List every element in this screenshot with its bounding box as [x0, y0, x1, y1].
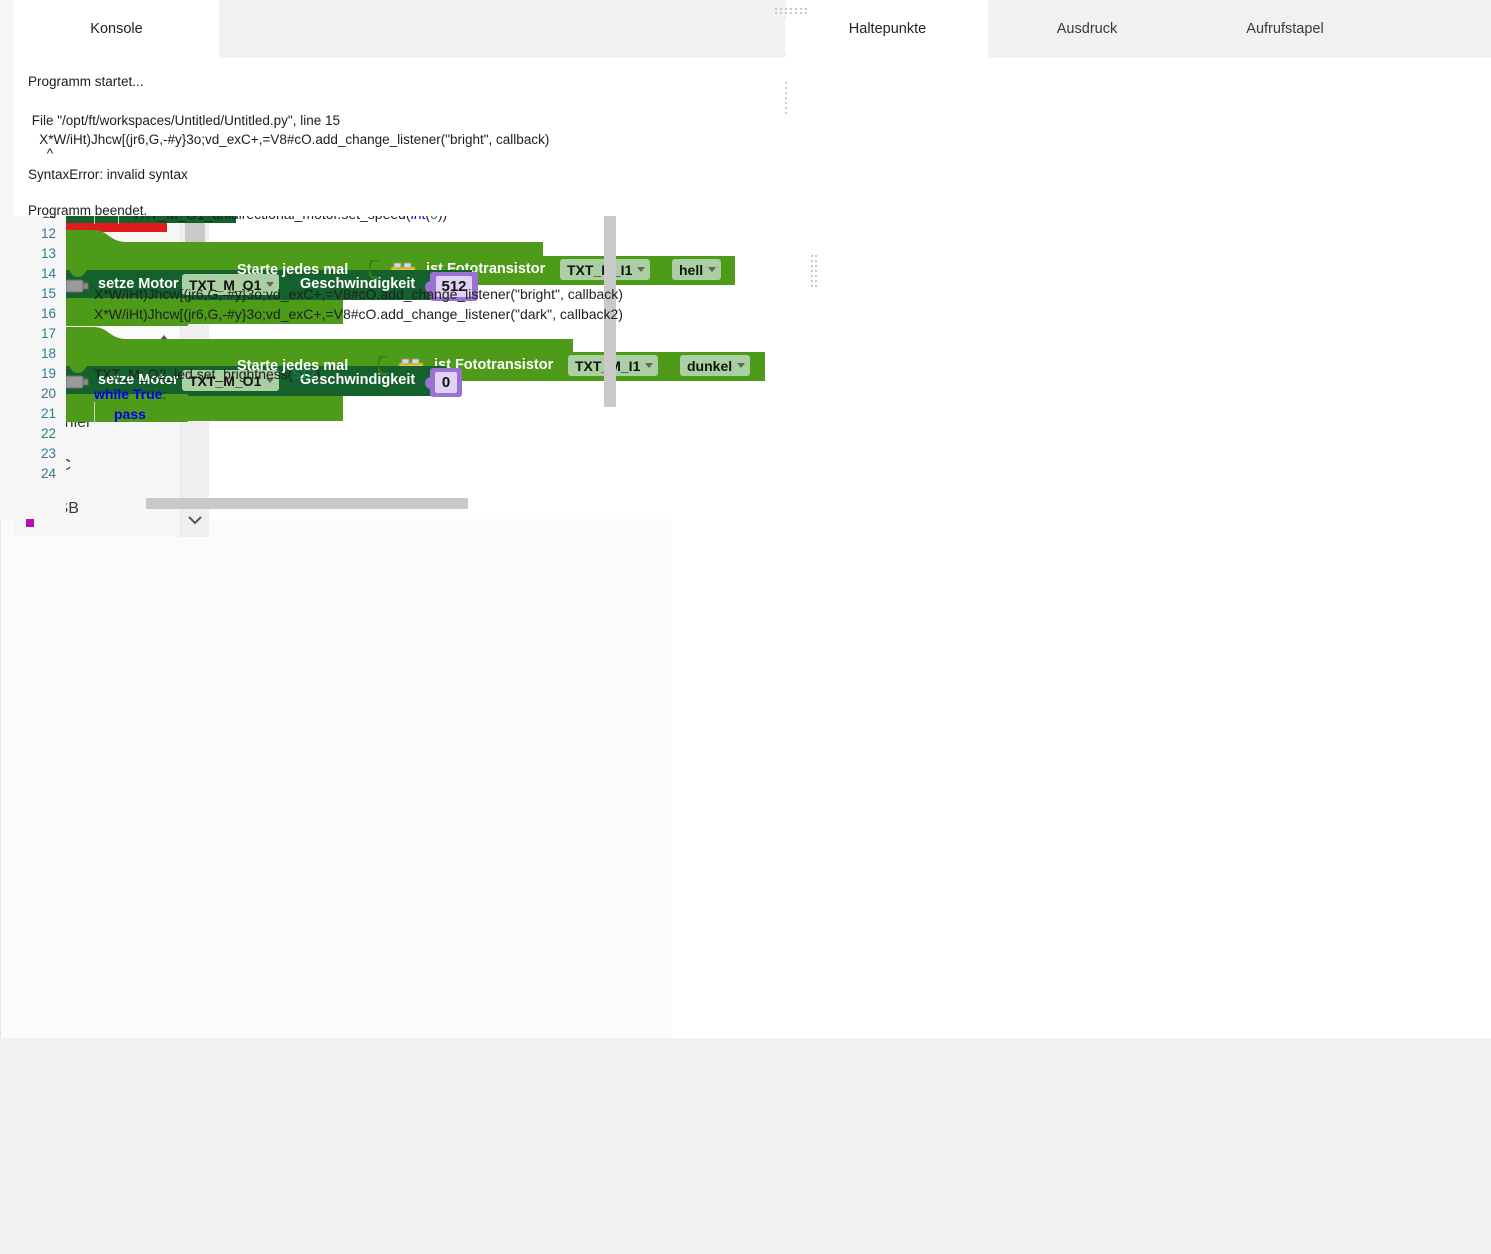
tab-haltepunkte[interactable]: Haltepunkte	[787, 0, 988, 61]
condition-socket-icon	[367, 258, 381, 287]
console-output[interactable]: Programm startet... File "/opt/ft/worksp…	[14, 58, 785, 218]
console-line-8: Programm beendet.	[28, 203, 148, 218]
tab-label: Ausdruck	[1056, 21, 1118, 37]
console-line-5: ^	[28, 146, 54, 161]
console-line-4: X*W/iHt)Jhcw[(jr6,G,-#y}3o;vd_exC+,=V8#c…	[28, 132, 550, 147]
bottom-panel-grip[interactable]	[775, 1, 811, 19]
code-editor[interactable]: 123456789101112131415161718192021222324 …	[0, 0, 1491, 1038]
hat-label: Starte jedes mal	[237, 262, 349, 278]
condition-socket-icon	[376, 354, 390, 383]
tab-ausdruck[interactable]: Ausdruck	[988, 0, 1186, 58]
debug-tabstrip[interactable]: Haltepunkte Ausdruck Aufrufstapel	[787, 0, 1491, 61]
console-panel: Konsole Programm startet... File "/opt/f…	[14, 0, 791, 218]
console-line-6: SyntaxError: invalid syntax	[28, 167, 188, 182]
tab-label: Aufrufstapel	[1246, 21, 1324, 37]
tab-konsole[interactable]: Konsole	[14, 0, 219, 61]
tab-aufrufstapel[interactable]: Aufrufstapel	[1186, 0, 1384, 58]
console-line-3: File "/opt/ft/workspaces/Untitled/Untitl…	[28, 113, 340, 128]
debug-panel: Haltepunkte Ausdruck Aufrufstapel	[787, 0, 1491, 216]
hat-label: Starte jedes mal	[237, 358, 349, 374]
console-line-1: Programm startet...	[28, 74, 144, 89]
tab-label: Haltepunkte	[848, 21, 927, 37]
console-tabstrip[interactable]: Konsole	[14, 0, 785, 61]
bottom-panels: Konsole Programm startet... File "/opt/f…	[0, 0, 1491, 1254]
breakpoints-list[interactable]	[787, 58, 1491, 216]
tab-label: Konsole	[90, 21, 143, 37]
